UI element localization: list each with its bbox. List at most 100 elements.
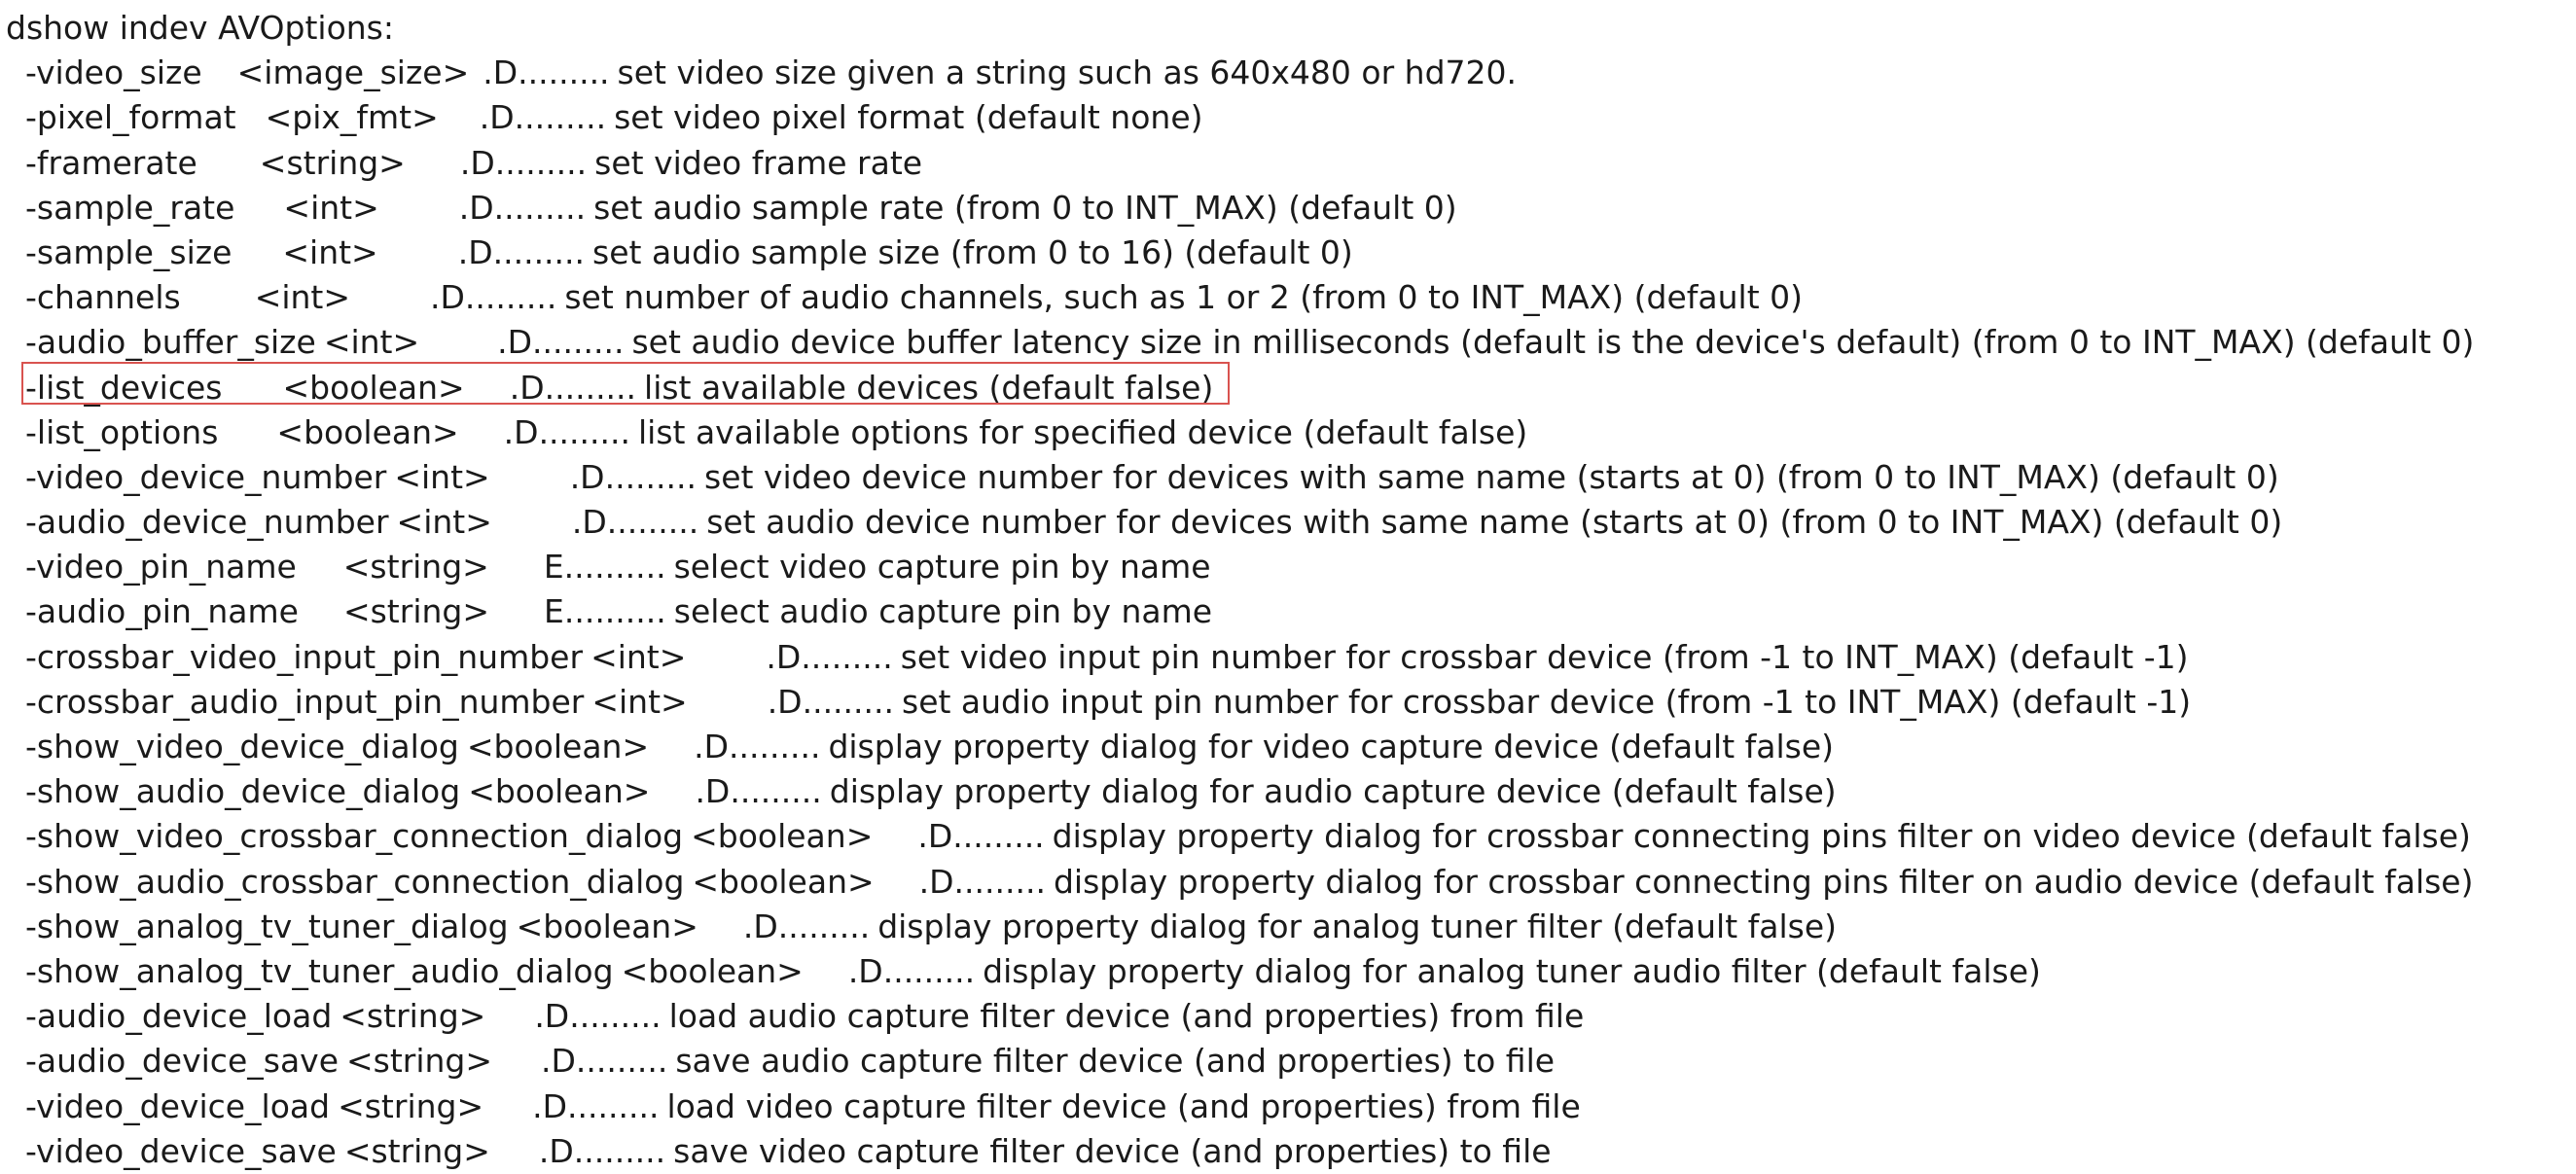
option-flags: .D......... [918, 862, 1046, 901]
option-row: -video_device_load <string> .D......... loa… [6, 1085, 2570, 1129]
option-type: <boolean> [621, 951, 804, 990]
option-description: display property dialog for crossbar con… [1052, 817, 2471, 856]
option-row: -crossbar_audio_input_pin_number <int> .D.… [6, 680, 2570, 725]
option-type: <string> [338, 1086, 484, 1125]
option-row: -audio_device_save <string> .D......... sav… [6, 1039, 2570, 1084]
option-flags: .D......... [479, 98, 607, 137]
option-row: -channels <int> .D......... set number of a… [6, 275, 2570, 320]
option-flags: .D......... [497, 323, 625, 362]
option-flags: .D......... [742, 907, 871, 945]
option-flags: .D......... [509, 368, 637, 407]
option-type: <boolean> [276, 412, 459, 451]
option-type: <int> [590, 637, 687, 676]
option-type: <string> [342, 548, 489, 587]
option-description: load audio capture filter device (and pr… [668, 997, 1585, 1036]
option-name: -crossbar_audio_input_pin_number [25, 682, 585, 721]
option-name: -show_video_device_dialog [25, 728, 459, 765]
option-row: -video_device_save <string> .D......... sav… [6, 1129, 2570, 1174]
option-row: -show_video_device_dialog <boolean> .D....… [6, 725, 2570, 769]
option-row: -show_video_crossbar_connection_dialog <b… [6, 814, 2570, 859]
option-description: save video capture filter device (and pr… [673, 1131, 1552, 1170]
options-document: dshow indev AVOptions: -video_size <image… [6, 6, 2570, 1174]
option-flags: .D......... [541, 1042, 668, 1081]
option-name: -audio_buffer_size [25, 323, 316, 362]
option-description: set audio device number for devices with… [706, 503, 2283, 542]
option-description: set number of audio channels, such as 1 … [564, 278, 1804, 317]
option-type: <string> [259, 143, 406, 182]
option-flags: .D......... [483, 53, 610, 92]
option-row: -list_options <boolean> .D......... list av… [6, 410, 2570, 455]
option-type: <boolean> [468, 772, 651, 811]
option-name: -audio_device_number [25, 503, 389, 542]
option-type: <boolean> [282, 368, 465, 407]
option-name: -video_pin_name [25, 548, 297, 587]
option-flags: E.......... [543, 548, 666, 587]
option-flags: .D......... [503, 412, 630, 451]
option-type: <string> [340, 997, 486, 1036]
option-type: <int> [254, 278, 351, 317]
option-type: <int> [591, 682, 688, 721]
option-row: -show_analog_tv_tuner_dialog <boolean> .D.… [6, 905, 2570, 949]
option-row: -pixel_format <pix_fmt> .D......... set vid… [6, 95, 2570, 140]
option-type: <int> [283, 188, 379, 227]
option-row: -show_audio_crossbar_connection_dialog <b… [6, 860, 2570, 905]
option-type: <boolean> [691, 817, 874, 856]
option-flags: .D......... [847, 951, 976, 990]
option-name: -audio_device_load [25, 997, 333, 1036]
option-row: -audio_device_number <int> .D......... set … [6, 500, 2570, 545]
option-name: -video_device_save [25, 1131, 337, 1170]
option-type: <string> [343, 1131, 490, 1170]
option-type: <int> [394, 457, 490, 496]
option-type: <boolean> [692, 862, 875, 901]
option-name: -sample_size [25, 232, 233, 271]
option-row: -sample_size <int> .D......... set audio sa… [6, 231, 2570, 275]
option-flags: .D......... [694, 728, 821, 765]
option-description: select audio capture pin by name [673, 592, 1213, 631]
option-row: -video_pin_name <string> E.......... select… [6, 545, 2570, 589]
option-row: -show_audio_device_dialog <boolean> .D....… [6, 769, 2570, 814]
option-flags: .D......... [695, 772, 822, 811]
option-flags: .D......... [571, 503, 699, 542]
option-type: <string> [346, 1042, 493, 1081]
option-name: -show_analog_tv_tuner_audio_dialog [25, 951, 614, 990]
option-row: -framerate <string> .D......... set video f… [6, 141, 2570, 186]
option-type: <int> [323, 323, 420, 362]
option-flags: .D......... [459, 143, 588, 182]
option-description: display property dialog for video captur… [828, 728, 1835, 765]
document-heading: dshow indev AVOptions: [6, 9, 394, 47]
option-flags: .D......... [430, 278, 557, 317]
option-flags: .D......... [767, 682, 894, 721]
option-description: display property dialog for audio captur… [829, 772, 1837, 811]
option-row: -show_analog_tv_tuner_audio_dialog <boole… [6, 949, 2570, 994]
option-row: -list_devices <boolean> .D......... list av… [6, 366, 2570, 410]
option-flags: .D......... [458, 188, 587, 227]
option-name: -video_device_number [25, 457, 387, 496]
option-type: <int> [396, 503, 492, 542]
option-name: -video_device_load [25, 1086, 331, 1125]
option-description: set audio device buffer latency size in … [631, 323, 2475, 362]
option-name: -video_size [25, 53, 202, 92]
option-row: -audio_device_load <string> .D......... loa… [6, 994, 2570, 1039]
option-name: -pixel_format [25, 98, 236, 137]
option-description: load video capture filter device (and pr… [666, 1086, 1581, 1125]
option-row: -video_size <image_size> .D......... set vi… [6, 51, 2570, 95]
option-flags: .D......... [917, 817, 1045, 856]
option-flags: .D......... [569, 457, 697, 496]
option-description: display property dialog for analog tuner… [877, 907, 1837, 945]
option-name: -channels [25, 278, 181, 317]
option-description: set video size given a string such as 64… [617, 53, 1517, 92]
option-description: set audio sample rate (from 0 to INT_MAX… [593, 188, 1457, 227]
option-type: <image_size> [236, 53, 470, 92]
option-type: <pix_fmt> [265, 98, 439, 137]
option-description: display property dialog for crossbar con… [1053, 862, 2474, 901]
option-flags: .D......... [457, 232, 586, 271]
option-flags: E.......... [544, 592, 666, 631]
option-name: -show_audio_device_dialog [25, 772, 461, 811]
option-description: select video capture pin by name [673, 548, 1211, 587]
option-name: -show_analog_tv_tuner_dialog [25, 907, 509, 945]
option-description: set audio sample size (from 0 to 16) (de… [592, 232, 1353, 271]
option-flags: .D......... [766, 637, 893, 676]
option-description: set audio input pin number for crossbar … [902, 682, 2192, 721]
option-description: display property dialog for analog tuner… [983, 951, 2041, 990]
option-name: -list_devices [25, 368, 223, 407]
